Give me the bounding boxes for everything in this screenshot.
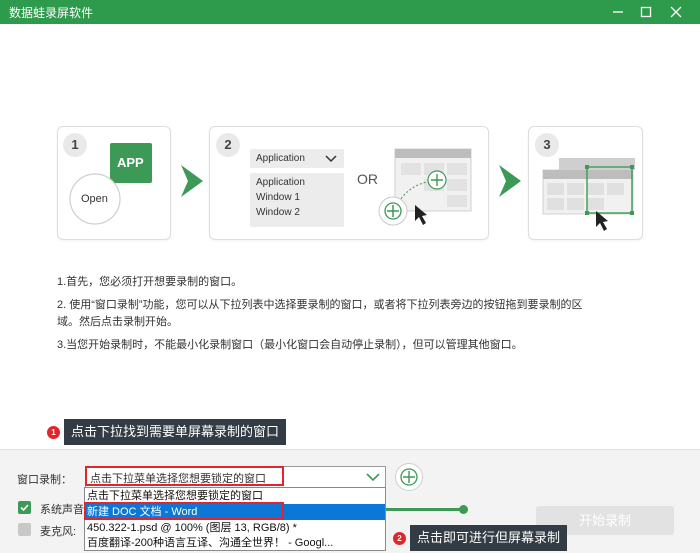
chevron-down-icon bbox=[325, 155, 337, 163]
mic-label: 麦克风: bbox=[40, 526, 77, 538]
next-arrow-icon bbox=[181, 165, 203, 197]
window-record-label: 窗口录制： bbox=[17, 474, 72, 486]
dropdown-option[interactable]: 450.322-1.psd @ 100% (图层 13, RGB/8) * bbox=[85, 520, 385, 536]
step1-card: 1 APP Open bbox=[57, 126, 171, 240]
drag-target-button[interactable] bbox=[395, 463, 423, 491]
instruction-2-cont: 域。然后点击录制开始。 bbox=[57, 316, 178, 328]
chevron-down-icon bbox=[366, 473, 380, 482]
step2-card: 2 Application Application Window 1 Windo… bbox=[209, 126, 489, 240]
app-label: APP bbox=[117, 155, 144, 170]
instruction-3: 3.当您开始录制时，不能最小化录制窗口（最小化窗口会自动停止录制），但可以管理其… bbox=[57, 339, 523, 351]
minimize-button[interactable] bbox=[604, 0, 632, 24]
system-volume-slider[interactable] bbox=[386, 508, 464, 511]
app-list-illustration: Application Window 1 Window 2 bbox=[250, 173, 344, 227]
instruction-2: 2. 使用“窗口录制”功能，您可以从下拉列表中选择要录制的窗口，或者将下拉列表旁… bbox=[57, 299, 583, 311]
open-label: Open bbox=[81, 193, 108, 205]
app-list-item: Window 1 bbox=[256, 192, 300, 203]
app-list-item: Window 2 bbox=[256, 207, 300, 218]
system-sound-label: 系统声音 bbox=[40, 504, 84, 516]
maximize-button[interactable] bbox=[632, 0, 660, 24]
annotation-highlight-select bbox=[85, 466, 284, 486]
checkmark-icon bbox=[20, 504, 29, 512]
annotation-callout-1: 点击下拉找到需要单屏幕录制的窗口 bbox=[64, 419, 287, 445]
minimize-icon bbox=[613, 11, 623, 13]
instruction-1: 1.首先，您必须打开想要录制的窗口。 bbox=[57, 276, 243, 288]
drag-window-illustration bbox=[378, 148, 472, 226]
app-select-label: Application bbox=[256, 153, 305, 164]
system-sound-checkbox[interactable] bbox=[18, 501, 31, 514]
app-list-item: Application bbox=[256, 177, 305, 188]
next-arrow-icon bbox=[499, 165, 521, 197]
app-open-illustration bbox=[69, 143, 152, 225]
maximize-icon bbox=[640, 6, 652, 18]
annotation-badge-1: 1 bbox=[47, 426, 60, 439]
annotation-highlight-option bbox=[84, 502, 284, 520]
crosshair-icon bbox=[400, 468, 418, 486]
step3-card: 3 bbox=[528, 126, 643, 240]
window-title: 数据蛙录屏软件 bbox=[9, 6, 94, 20]
app-select-illustration: Application bbox=[250, 149, 344, 168]
title-bar: 数据蛙录屏软件 bbox=[0, 0, 700, 24]
system-volume-handle[interactable] bbox=[459, 505, 468, 514]
mic-checkbox[interactable] bbox=[18, 523, 31, 536]
close-icon bbox=[670, 6, 682, 18]
annotation-callout-2: 点击即可进行但屏幕录制 bbox=[410, 525, 568, 551]
annotation-badge-2: 2 bbox=[393, 532, 406, 545]
window-capture-illustration bbox=[542, 158, 635, 231]
dropdown-option[interactable]: 百度翻译-200种语言互译、沟通全世界！ - Googl... bbox=[85, 535, 385, 551]
step2-number: 2 bbox=[216, 133, 240, 157]
close-button[interactable] bbox=[662, 0, 690, 24]
